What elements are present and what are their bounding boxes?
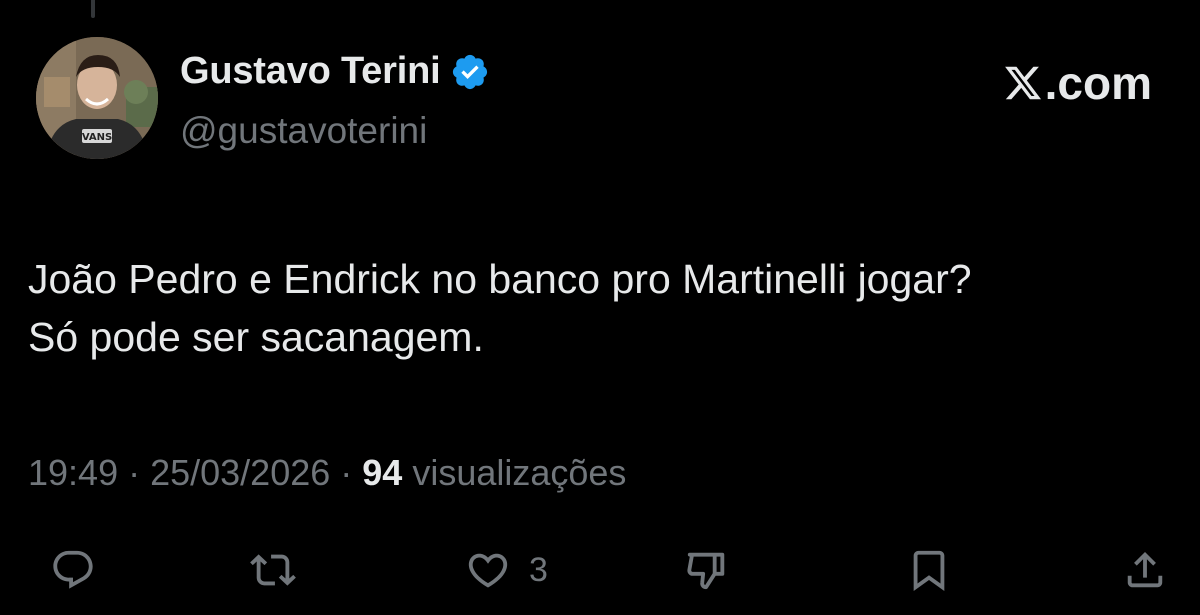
author-handle[interactable]: @gustavoterini <box>180 110 427 152</box>
author-display-name[interactable]: Gustavo Terini <box>180 50 441 93</box>
bookmark-icon <box>913 550 945 591</box>
tweet-time[interactable]: 19:49 <box>28 452 118 494</box>
verified-badge-icon <box>453 54 488 89</box>
like-button[interactable]: 3 <box>465 540 548 600</box>
brand-label: .com <box>1044 57 1152 109</box>
meta-separator: · <box>128 452 141 493</box>
tweet-date[interactable]: 25/03/2026 <box>150 452 330 494</box>
x-logo-icon <box>1004 66 1041 100</box>
views-count: 94 <box>362 452 403 493</box>
bookmark-button[interactable] <box>906 540 970 600</box>
tweet-meta: 19:49 · 25/03/2026 · 94 visualizações <box>28 452 626 494</box>
meta-separator: · <box>340 452 353 493</box>
share-button[interactable] <box>1122 540 1186 600</box>
thread-connector-line <box>91 0 95 18</box>
reply-icon <box>53 550 93 589</box>
retweet-icon <box>250 554 296 586</box>
reply-button[interactable] <box>50 540 114 600</box>
retweet-button[interactable] <box>250 540 314 600</box>
author-name-row: Gustavo Terini <box>180 50 490 93</box>
views-label: visualizações <box>412 452 627 493</box>
thumbs-down-icon <box>687 552 725 590</box>
x-com-watermark: .com <box>1003 56 1152 110</box>
action-bar: 3 <box>0 540 1200 600</box>
heart-icon <box>468 553 508 588</box>
tweet-card: VANS Gustavo Terini @gustavoterini .com … <box>0 0 1200 615</box>
tweet-text: João Pedro e Endrick no banco pro Martin… <box>28 256 972 360</box>
like-count: 3 <box>529 550 548 589</box>
dislike-button[interactable] <box>684 540 748 600</box>
share-icon <box>1127 551 1163 588</box>
avatar-photo: VANS <box>36 37 158 159</box>
svg-text:VANS: VANS <box>82 132 112 143</box>
avatar[interactable]: VANS <box>36 37 158 159</box>
